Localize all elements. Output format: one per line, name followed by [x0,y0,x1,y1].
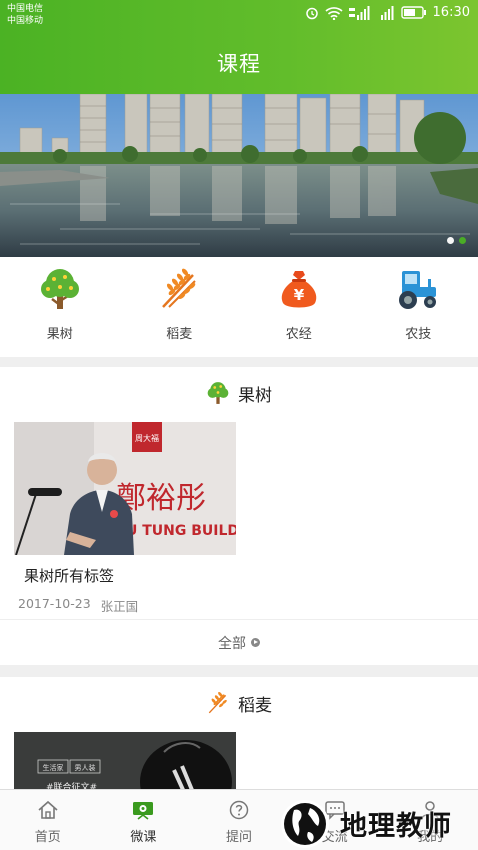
watermark-text: 地理教师 [340,811,452,842]
carrier-1: 中国电信 [7,4,44,14]
status-bar: 中国电信 中国移动 16:30 [0,0,478,30]
carousel-dot-1[interactable] [447,237,454,244]
category-fruit-tree[interactable]: 果树 [0,257,120,357]
category-label: 果树 [46,327,73,342]
section-title: 果树 [238,385,272,406]
alarm-icon [305,7,318,19]
photo-tag-2: 男人装 [75,763,96,772]
section-title: 稻麦 [238,695,272,716]
fruit-tree-icon [40,269,79,309]
banner-carousel[interactable] [0,94,478,257]
tractor-icon [399,271,437,309]
section-fruit-tree: 果树 周大福 鄭裕彤 U TUNG BUILDIN 果树所有标签 [0,367,478,665]
status-icons: 16:30 [305,5,470,20]
category-label: 农技 [405,327,432,342]
category-wheat[interactable]: 稻麦 [120,257,240,357]
svg-text:¥: ¥ [294,286,305,304]
wheat-icon [208,691,227,714]
battery-icon [400,6,426,19]
question-icon [229,800,249,820]
course-photo: 生活家 男人装 #联合征文# [14,732,236,792]
tab-label: 首页 [34,830,61,845]
signal-3g-icon [348,5,370,20]
carousel-dots [447,237,466,244]
more-label: 全部 [218,635,246,652]
video-lesson-icon [133,802,154,820]
page-title: 课程 [217,52,261,76]
tab-home[interactable]: 首页 [0,790,96,850]
section-header: 稻麦 [0,677,478,729]
signal-4g-icon [380,5,394,20]
category-agri-tech[interactable]: 农技 [359,257,478,357]
section-header: 果树 [0,367,478,419]
tab-label: 微课 [130,830,157,845]
photo-tag-1: 生活家 [43,763,64,772]
course-thumbnail[interactable]: 周大福 鄭裕彤 U TUNG BUILDIN [14,422,236,555]
money-bag-icon: ¥ [281,271,317,308]
app-header: 中国电信 中国移动 16:30 课程 [0,0,478,94]
course-author: 张正国 [100,599,139,614]
wheat-icon [162,268,196,308]
home-icon [38,800,58,819]
course-date: 2017-10-23 [18,596,91,611]
course-title[interactable]: 果树所有标签 [14,565,236,586]
course-card[interactable]: 周大福 鄭裕彤 U TUNG BUILDIN 果树所有标签 2017-10-23… [14,422,236,615]
tab-label: 提问 [225,830,252,845]
tab-micro-lesson[interactable]: 微课 [96,790,192,850]
status-time: 16:30 [432,5,470,20]
course-meta: 2017-10-23 张正国 [14,596,236,615]
fruit-tree-icon [207,382,229,404]
category-agri-economy[interactable]: ¥ 农经 [239,257,359,357]
course-thumbnail[interactable]: 生活家 男人装 #联合征文# [14,732,236,792]
watermark: 地理教师 [278,797,478,850]
tab-ask[interactable]: 提问 [191,790,287,850]
wifi-icon [324,6,343,20]
category-grid: 果树 稻麦 ¥ 农经 农技 [0,257,478,357]
globe-logo-icon [281,799,329,848]
category-label: 农经 [285,327,312,342]
category-label: 稻麦 [166,327,193,342]
sign-subtext: U TUNG BUILDIN [126,523,236,539]
plaque-text: 周大福 [135,433,159,443]
carrier-info: 中国电信 中国移动 [7,3,43,27]
section-more-link[interactable]: 全部 [0,619,478,665]
course-photo: 周大福 鄭裕彤 U TUNG BUILDIN [14,422,236,555]
carousel-dot-2[interactable] [459,237,466,244]
carrier-2: 中国移动 [7,16,44,26]
banner-image [0,94,478,257]
arrow-right-icon [251,638,260,647]
